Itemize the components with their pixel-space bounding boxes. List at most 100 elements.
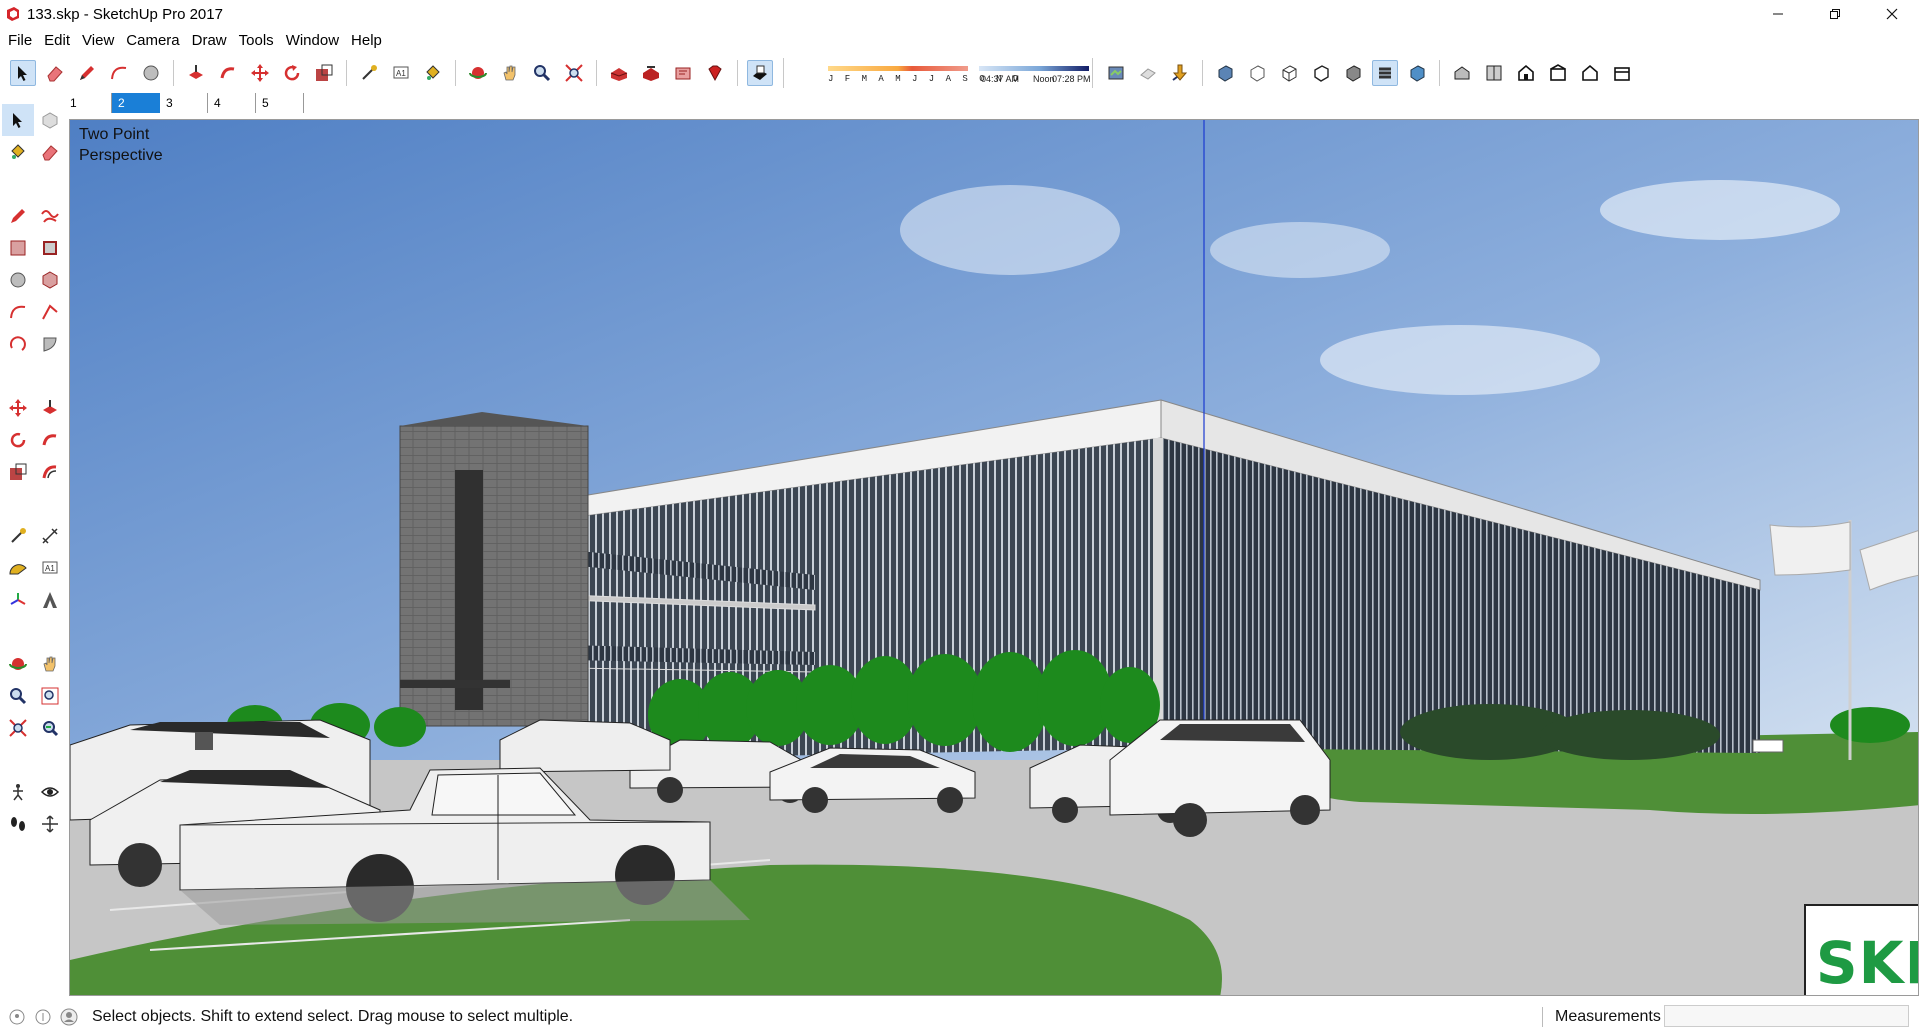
arc-tool-button[interactable] <box>106 60 132 86</box>
zoom-tool-button[interactable] <box>529 60 555 86</box>
dimension-tool[interactable] <box>34 520 66 552</box>
make-component-tool[interactable] <box>34 104 66 136</box>
text-tool-button[interactable]: A1 <box>388 60 414 86</box>
wireframe-style-button[interactable] <box>1276 60 1302 86</box>
geo-location-icon[interactable] <box>8 1008 26 1026</box>
measurements-input[interactable] <box>1664 1005 1909 1027</box>
previous-view-tool[interactable] <box>34 712 66 744</box>
credits-icon[interactable] <box>34 1008 52 1026</box>
paint-bucket-tool[interactable] <box>2 136 34 168</box>
three-point-arc-tool[interactable] <box>2 328 34 360</box>
two-point-arc-tool[interactable] <box>34 296 66 328</box>
move-tool-button[interactable] <box>247 60 273 86</box>
share-model-button[interactable] <box>638 60 664 86</box>
rotated-rectangle-tool[interactable] <box>34 232 66 264</box>
follow-me-tool-button[interactable] <box>215 60 241 86</box>
line-tool[interactable] <box>2 200 34 232</box>
zoom-tool[interactable] <box>2 680 34 712</box>
zoom-extents-tool[interactable] <box>2 712 34 744</box>
menu-edit[interactable]: Edit <box>38 30 76 52</box>
circle-tool-button[interactable] <box>138 60 164 86</box>
tape-measure-tool[interactable] <box>2 520 34 552</box>
pan-tool[interactable] <box>34 648 66 680</box>
ruby-console-button[interactable] <box>702 60 728 86</box>
back-edges-style-button[interactable] <box>1244 60 1270 86</box>
menu-help[interactable]: Help <box>345 30 388 52</box>
move-tool[interactable] <box>2 392 34 424</box>
axes-tool[interactable] <box>2 584 34 616</box>
push-pull-tool[interactable] <box>34 392 66 424</box>
scene-tab-3[interactable]: 3 <box>160 93 208 113</box>
warehouse-button[interactable] <box>606 60 632 86</box>
model-scene[interactable] <box>70 120 1919 996</box>
freehand-tool[interactable] <box>34 200 66 232</box>
3d-text-tool[interactable] <box>34 584 66 616</box>
paint-bucket-tool-button[interactable] <box>420 60 446 86</box>
push-pull-tool-button[interactable] <box>183 60 209 86</box>
arc-tool[interactable] <box>2 296 34 328</box>
xray-style-button[interactable] <box>1212 60 1238 86</box>
scene-tab-1[interactable]: 1 <box>64 93 112 113</box>
eraser-tool[interactable] <box>34 136 66 168</box>
top-view-button[interactable] <box>1481 60 1507 86</box>
back-view-button[interactable] <box>1577 60 1603 86</box>
scale-tool[interactable] <box>2 456 34 488</box>
rectangle-tool[interactable] <box>2 232 34 264</box>
hidden-line-style-button[interactable] <box>1308 60 1334 86</box>
download-button[interactable] <box>1167 60 1193 86</box>
menu-camera[interactable]: Camera <box>120 30 185 52</box>
soften-edges-button[interactable] <box>1135 60 1161 86</box>
follow-me-tool[interactable] <box>34 424 66 456</box>
right-view-button[interactable] <box>1545 60 1571 86</box>
select-tool[interactable] <box>2 104 34 136</box>
shaded-style-button[interactable] <box>1340 60 1366 86</box>
extension-warehouse-button[interactable] <box>670 60 696 86</box>
tape-measure-tool-button[interactable] <box>356 60 382 86</box>
menu-view[interactable]: View <box>76 30 120 52</box>
front-view-button[interactable] <box>1513 60 1539 86</box>
rotate-tool-button[interactable] <box>279 60 305 86</box>
freehand-icon <box>41 210 59 223</box>
orbit-tool[interactable] <box>2 648 34 680</box>
menu-file[interactable]: File <box>2 30 38 52</box>
eraser-tool-button[interactable] <box>42 60 68 86</box>
restore-button[interactable] <box>1806 0 1863 28</box>
scene-tab-5[interactable]: 5 <box>256 93 304 113</box>
monochrome-style-button[interactable] <box>1404 60 1430 86</box>
menu-window[interactable]: Window <box>280 30 345 52</box>
time-slider[interactable] <box>979 66 1089 71</box>
section-plane-tool[interactable] <box>34 808 66 840</box>
shaded-textures-style-button[interactable] <box>1372 60 1398 86</box>
position-camera-tool[interactable] <box>2 776 34 808</box>
pie-tool[interactable] <box>34 328 66 360</box>
select-tool-button[interactable] <box>10 60 36 86</box>
close-button[interactable] <box>1863 0 1920 28</box>
orbit-tool-button[interactable] <box>465 60 491 86</box>
protractor-tool[interactable] <box>2 552 34 584</box>
menu-draw[interactable]: Draw <box>186 30 233 52</box>
user-account-icon[interactable] <box>60 1008 78 1026</box>
scale-tool-button[interactable] <box>311 60 337 86</box>
fog-button[interactable] <box>1103 60 1129 86</box>
menu-tools[interactable]: Tools <box>233 30 280 52</box>
scene-tab-2[interactable]: 2 <box>112 93 160 113</box>
display-shadows-button[interactable] <box>747 60 773 86</box>
polygon-tool[interactable] <box>34 264 66 296</box>
look-around-tool[interactable] <box>34 776 66 808</box>
zoom-window-tool[interactable] <box>34 680 66 712</box>
minimize-button[interactable] <box>1749 0 1806 28</box>
date-slider[interactable] <box>828 66 968 71</box>
text-tool[interactable]: A1 <box>34 552 66 584</box>
pan-tool-button[interactable] <box>497 60 523 86</box>
circle-tool[interactable] <box>2 264 34 296</box>
offset-tool[interactable] <box>34 456 66 488</box>
model-viewport[interactable]: Two Point Perspective SKP <box>69 119 1919 996</box>
zoom-extents-tool-button[interactable] <box>561 60 587 86</box>
rotate-tool[interactable] <box>2 424 34 456</box>
iso-view-button[interactable] <box>1449 60 1475 86</box>
left-view-button[interactable] <box>1609 60 1635 86</box>
walk-tool[interactable] <box>2 808 34 840</box>
zoom-extents-icon <box>9 719 27 737</box>
scene-tab-4[interactable]: 4 <box>208 93 256 113</box>
pencil-tool-button[interactable] <box>74 60 100 86</box>
